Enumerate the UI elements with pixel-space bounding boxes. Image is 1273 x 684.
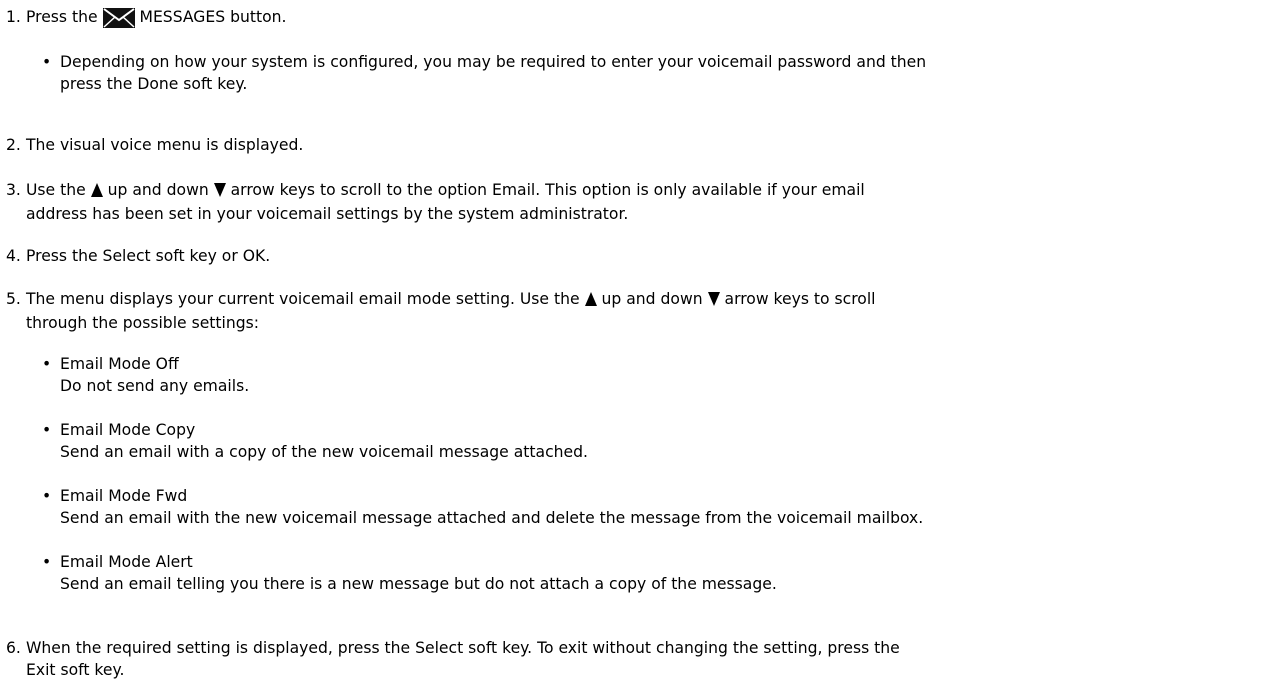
step-number: 4. [6, 247, 21, 265]
step-number: 3. [6, 181, 21, 199]
up-arrow-icon [90, 181, 103, 203]
envelope-icon [102, 8, 135, 34]
step-6: 6. When the required setting is displaye… [6, 639, 900, 679]
step-2: 2. The visual voice menu is displayed. [6, 136, 304, 154]
up-arrow-icon [584, 290, 597, 312]
step-text: Press the MESSAGES button. [18, 6, 286, 34]
step-5: 5. The menu displays your current voicem… [6, 290, 876, 332]
step-number: 2. [6, 136, 21, 154]
step-number: 1. [6, 8, 21, 26]
step-4: 4. Press the Select soft key or OK. [6, 247, 271, 265]
step-1: 1. Press the MESSAGES button. [6, 6, 286, 34]
list-item: • Email Mode Alert Send an email telling… [42, 553, 777, 593]
list-item: • Email Mode Copy Send an email with a c… [42, 421, 588, 461]
list-item: • Email Mode Off Do not send any emails. [42, 355, 250, 395]
down-arrow-icon [707, 290, 720, 312]
list-item: • Email Mode Fwd Send an email with the … [42, 487, 924, 527]
step-3: 3. Use the up and down arrow keys to scr… [6, 181, 865, 223]
down-arrow-icon [213, 181, 226, 203]
step-number: 6. [6, 639, 21, 657]
step-number: 5. [6, 290, 21, 308]
list-item: • Depending on how your system is config… [42, 53, 927, 93]
